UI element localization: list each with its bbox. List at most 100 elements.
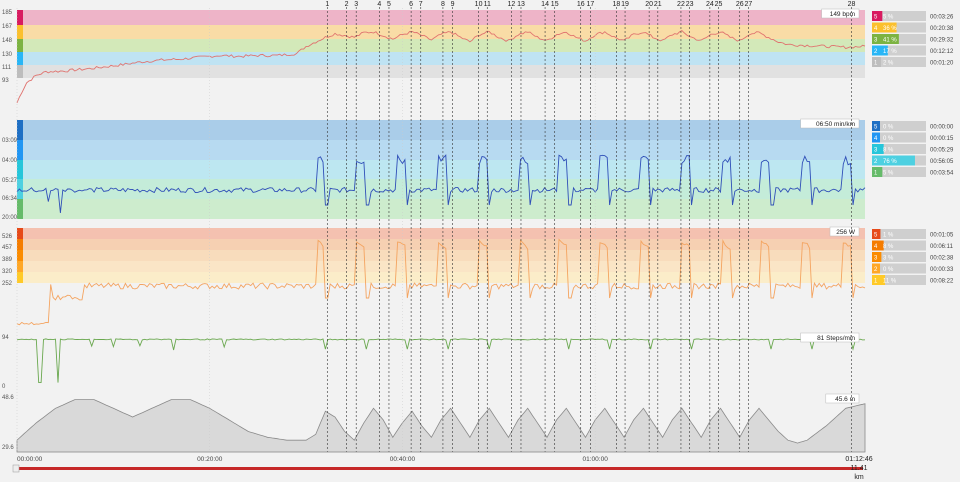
hr-zone-legend-time: 00:12:12 xyxy=(930,49,954,55)
power-zone-band-2 xyxy=(17,261,865,272)
pace-zone-legend-2: 276 %00:56:05 xyxy=(872,156,954,166)
lap-label: 8 xyxy=(441,1,445,8)
power-readout: 256 W xyxy=(830,227,859,236)
cadence-background xyxy=(17,332,865,390)
power-zone-legend-4: 48 %00:06:11 xyxy=(872,241,954,251)
pace-zone-band-2 xyxy=(17,179,865,199)
hr-zone-legend-time: 00:01:20 xyxy=(930,61,954,67)
pace-zone-legend-5: 50 %00:00:00 xyxy=(872,121,954,131)
elevation-readout-text: 45.6 m xyxy=(835,396,855,403)
lap-label: 6 xyxy=(409,1,413,8)
lap-label: 18 xyxy=(612,1,620,8)
power-zone-legend-time: 00:02:38 xyxy=(930,256,954,262)
elevation-axis-label: 48.6 xyxy=(2,395,14,401)
pace-zone-legend-time: 00:05:29 xyxy=(930,148,954,154)
panels-layer: 18516714813011193149 bpm03:0904:0005:270… xyxy=(2,8,865,452)
power-axis-label: 320 xyxy=(2,269,13,275)
power-zone-legend-time: 00:06:11 xyxy=(930,244,954,250)
panel-hr: 18516714813011193149 bpm xyxy=(2,8,865,112)
power-zone-marker-5 xyxy=(17,228,23,239)
pace-axis-label: 04:00 xyxy=(2,158,18,164)
lap-label: 13 xyxy=(517,1,525,8)
pace-zone-legend-bar xyxy=(880,167,882,177)
hr-zone-legend-pct: 2 % xyxy=(883,61,894,67)
pace-readout: 06:50 min/km xyxy=(801,119,859,128)
hr-axis-label: 93 xyxy=(2,78,9,84)
pace-zone-legend-pct: 0 % xyxy=(883,125,894,131)
hr-zone-legend-1: 12 %00:01:20 xyxy=(872,57,954,67)
pace-zone-legend-pct: 8 % xyxy=(883,148,894,154)
pace-zone-legend-pct: 0 % xyxy=(883,136,894,142)
power-zone-legend-pct: 3 % xyxy=(883,256,894,262)
cadence-axis-label: 94 xyxy=(2,335,9,341)
hr-readout-text: 149 bpm xyxy=(830,11,855,18)
hr-zone-marker-4 xyxy=(17,25,23,39)
hr-zone-legend-bar xyxy=(880,11,882,21)
lap-label: 23 xyxy=(686,1,694,8)
power-zone-legend-1: 111 %00:08:22 xyxy=(872,275,954,285)
power-zone-legend-time: 00:08:22 xyxy=(930,279,954,285)
lap-label: 2 xyxy=(345,1,349,8)
cursor-readout: 01:12:46 11.41 km xyxy=(845,455,873,482)
power-zone-band-5 xyxy=(17,228,865,239)
lap-label: 21 xyxy=(654,1,662,8)
hr-axis-label: 185 xyxy=(2,10,13,16)
time-scrubber-handle xyxy=(13,465,19,472)
lap-label: 17 xyxy=(586,1,594,8)
pace-axis-label: 03:09 xyxy=(2,138,18,144)
lap-label: 4 xyxy=(377,1,381,8)
panel-elevation: 48.6 29.6 45.6 m xyxy=(2,393,865,452)
hr-zone-legend-bar xyxy=(880,57,881,67)
time-scrubber-bar xyxy=(15,467,863,470)
lap-label: 27 xyxy=(745,1,753,8)
pace-zone-legend-time: 00:56:05 xyxy=(930,159,954,165)
hr-zone-legend-4: 436 %00:20:38 xyxy=(872,23,954,33)
lap-label: 15 xyxy=(551,1,559,8)
elevation-axis-label: 29.6 xyxy=(2,445,14,451)
hr-zone-marker-1 xyxy=(17,65,23,78)
power-axis-label: 457 xyxy=(2,245,13,251)
hr-zone-band-4 xyxy=(17,25,865,39)
hr-zone-legend-2: 217 %00:12:12 xyxy=(872,46,954,56)
lap-label: 3 xyxy=(354,1,358,8)
pace-zone-band-4 xyxy=(17,140,865,160)
power-zone-legend-time: 00:01:05 xyxy=(930,233,954,239)
cadence-readout-text: 81 Steps/min xyxy=(817,335,855,342)
hr-zone-legend-3: 341 %00:29:32 xyxy=(872,34,954,44)
lap-label: 10 xyxy=(475,1,483,8)
pace-zone-marker-1 xyxy=(17,199,23,219)
power-zone-legend-bar xyxy=(880,252,881,262)
workout-chart: 18516714813011193149 bpm03:0904:0005:270… xyxy=(0,0,960,477)
hr-axis-label: 148 xyxy=(2,38,13,44)
pace-zone-legend-4: 40 %00:00:15 xyxy=(872,133,954,143)
hr-zone-legend-pct: 5 % xyxy=(883,15,894,21)
power-zone-legend-5: 51 %00:01:05 xyxy=(872,229,954,239)
lap-label: 11 xyxy=(484,1,491,8)
lap-label: 9 xyxy=(451,1,455,8)
hr-zone-marker-2 xyxy=(17,52,23,65)
panel-pace: 03:0904:0005:2706:3420:0006:50 min/km xyxy=(2,118,865,222)
hr-axis-label: 111 xyxy=(2,65,12,71)
power-zone-legend-pct: 1 % xyxy=(883,233,894,239)
power-axis-label: 252 xyxy=(2,281,13,287)
pace-axis-label: 20:00 xyxy=(2,215,18,221)
pace-zone-legend-bg xyxy=(872,133,926,143)
lap-label: 5 xyxy=(387,1,391,8)
cursor-time: 01:12:46 xyxy=(845,455,873,464)
hr-zone-marker-3 xyxy=(17,39,23,52)
pace-zone-legend-time: 00:03:54 xyxy=(930,171,954,177)
power-zone-legend-pct: 8 % xyxy=(883,244,894,250)
lap-label: 16 xyxy=(577,1,585,8)
power-zone-legend-pct: 11 % xyxy=(883,279,897,285)
hr-zone-marker-5 xyxy=(17,10,23,25)
power-zone-legend-time: 00:00:33 xyxy=(930,267,954,273)
pace-axis-label: 06:34 xyxy=(2,196,18,202)
pace-zone-band-5 xyxy=(17,120,865,140)
hr-zone-legend-5: 55 %00:03:26 xyxy=(872,11,954,21)
pace-zone-band-3 xyxy=(17,160,865,179)
power-axis-label: 526 xyxy=(2,234,13,240)
power-zone-marker-1 xyxy=(17,272,23,283)
hr-zone-legend-pct: 36 % xyxy=(883,26,897,32)
time-tick-label: 00:00:00 xyxy=(17,456,43,463)
cursor-distance: 11.41 km xyxy=(845,464,873,482)
